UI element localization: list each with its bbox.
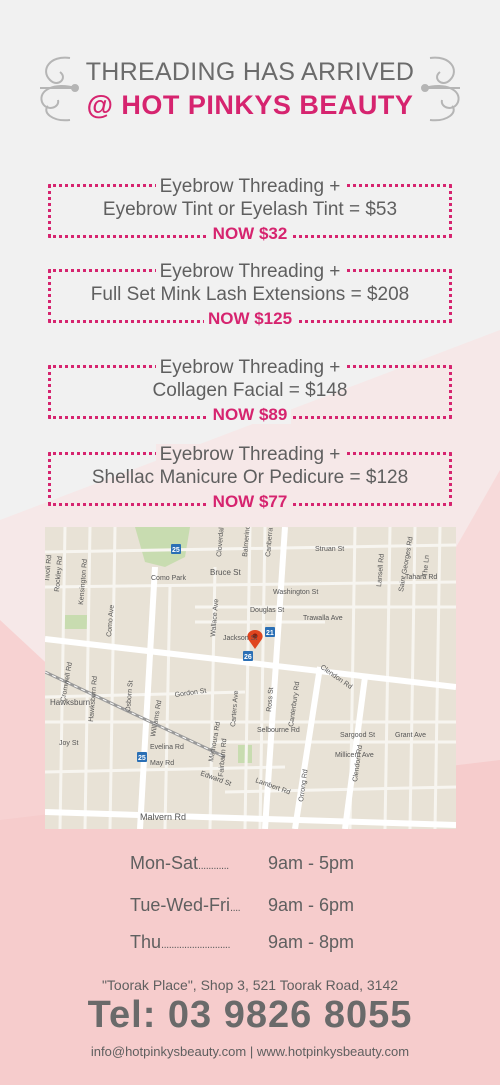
salon-name: @ HOT PINKYS BEAUTY bbox=[86, 90, 414, 120]
offer-now-price: NOW $125 bbox=[203, 309, 297, 328]
map-label: Malvern Rd bbox=[140, 812, 186, 822]
offer-now-price: NOW $32 bbox=[208, 224, 292, 243]
svg-text:25: 25 bbox=[172, 547, 180, 554]
offer-line1: Eyebrow Threading + bbox=[155, 176, 345, 197]
map-label: Struan St bbox=[315, 546, 344, 553]
map-label: Evelina Rd bbox=[150, 744, 184, 751]
offer-line2: Full Set Mink Lash Extensions = $208 bbox=[90, 284, 410, 305]
offer-line1: Eyebrow Threading + bbox=[155, 261, 345, 282]
offer-now-price: NOW $89 bbox=[208, 405, 292, 424]
map-label: Hawksburn bbox=[50, 698, 90, 707]
hours-row: Mon-Sat............ 9am - 5pm bbox=[130, 853, 354, 874]
park-area bbox=[63, 615, 87, 629]
headline: THREADING HAS ARRIVED bbox=[85, 58, 415, 86]
map-label: Sargood St bbox=[340, 732, 375, 739]
svg-text:21: 21 bbox=[266, 630, 274, 637]
offer-line2: Collagen Facial = $148 bbox=[152, 380, 348, 401]
contact-links[interactable]: info@hotpinkysbeauty.com | www.hotpinkys… bbox=[0, 1044, 500, 1059]
hours-leader: ............ bbox=[198, 860, 229, 872]
map-label: Jackson St bbox=[223, 635, 257, 642]
map-graphic: 25 21 26 25 Como Park Bruce St Struan St… bbox=[45, 527, 456, 829]
hours-time: 9am - 6pm bbox=[268, 895, 355, 915]
map-label: Como Park bbox=[151, 575, 187, 582]
hours-day: Mon-Sat bbox=[130, 853, 199, 873]
map-label: Trawalla Ave bbox=[303, 615, 343, 622]
location-map[interactable]: 25 21 26 25 Como Park Bruce St Struan St… bbox=[45, 527, 456, 829]
header: THREADING HAS ARRIVED @ HOT PINKYS BEAUT… bbox=[0, 40, 500, 140]
offer-line2: Eyebrow Tint or Eyelash Tint = $53 bbox=[102, 199, 398, 220]
map-label: Washington St bbox=[273, 589, 318, 596]
offer-now-price: NOW $77 bbox=[208, 492, 292, 511]
hours-row: Thu........................... 9am - 8pm bbox=[130, 932, 354, 953]
hours-time: 9am - 8pm bbox=[268, 932, 355, 952]
hours-leader: ........................... bbox=[161, 939, 231, 951]
map-label: Bruce St bbox=[210, 568, 241, 577]
map-label: Douglas St bbox=[250, 607, 284, 614]
hours-row: Tue-Wed-Fri.... 9am - 6pm bbox=[130, 895, 354, 916]
offer-line2: Shellac Manicure Or Pedicure = $128 bbox=[91, 467, 409, 488]
map-label: Grant Ave bbox=[395, 732, 426, 739]
hours-time: 9am - 5pm bbox=[268, 853, 355, 873]
address: "Toorak Place", Shop 3, 521 Toorak Road,… bbox=[101, 977, 399, 993]
map-label: Joy St bbox=[59, 740, 79, 747]
hours-leader: .... bbox=[230, 902, 241, 914]
map-label: May Rd bbox=[150, 760, 174, 767]
offer-line1: Eyebrow Threading + bbox=[155, 357, 345, 378]
svg-text:26: 26 bbox=[244, 654, 252, 661]
hours-day: Thu bbox=[130, 932, 162, 952]
svg-text:25: 25 bbox=[138, 755, 146, 762]
telephone[interactable]: Tel: 03 9826 8055 bbox=[0, 994, 500, 1037]
offer-line1: Eyebrow Threading + bbox=[155, 444, 345, 465]
hours-day: Tue-Wed-Fri bbox=[130, 895, 231, 915]
